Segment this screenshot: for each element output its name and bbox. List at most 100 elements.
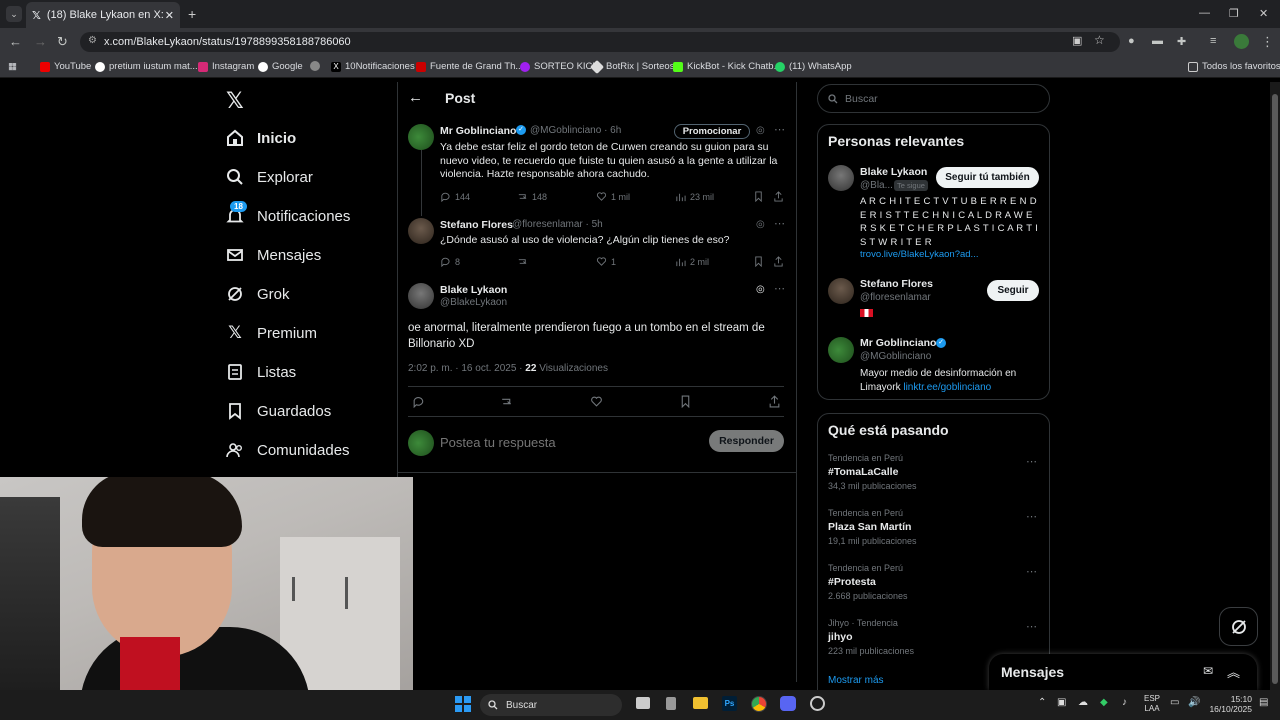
mic-icon[interactable]: ♪ (1122, 697, 1127, 708)
more-icon[interactable]: ⋯ (1026, 620, 1037, 633)
profile-avatar[interactable] (1234, 34, 1249, 49)
photoshop-icon[interactable]: Ps (722, 696, 737, 711)
close-window-icon[interactable]: ✕ (1259, 7, 1268, 20)
more-icon[interactable]: ⋯ (1026, 455, 1037, 468)
speaker-icon[interactable]: 🔊 (1188, 697, 1200, 708)
person-name[interactable]: Stefano Flores (860, 278, 933, 290)
close-tab-icon[interactable]: ✕ (165, 9, 174, 22)
bookmark-globe[interactable] (310, 61, 320, 71)
bookmark-youtube[interactable]: YouTube (40, 61, 91, 72)
trend-item[interactable]: Tendencia en Perú #TomaLaCalle 34,3 mil pu… (828, 453, 917, 491)
author-handle[interactable]: @MGoblinciano · 6h (530, 125, 621, 136)
taskbar-search[interactable]: Buscar (480, 694, 622, 716)
bookmark-action[interactable] (679, 395, 692, 408)
tray-app-icon[interactable]: ▣ (1057, 697, 1066, 708)
grok-icon[interactable]: ◎ (756, 284, 765, 295)
avatar[interactable] (408, 218, 434, 244)
install-icon[interactable]: ▣ (1072, 34, 1082, 47)
share-action[interactable] (773, 191, 784, 202)
extension-icon[interactable]: ● (1128, 35, 1135, 47)
like-action[interactable] (590, 395, 603, 408)
chevron-up-icon[interactable]: ︽ (1227, 662, 1240, 681)
bookmark-google[interactable]: Google (258, 61, 303, 72)
notifications-icon[interactable]: ▤ (1259, 697, 1268, 708)
avatar[interactable] (828, 337, 854, 363)
repost-action[interactable] (517, 256, 528, 267)
bookmark-action[interactable] (753, 256, 764, 267)
bookmark-whatsapp[interactable]: (11) WhatsApp (775, 61, 852, 72)
trend-item[interactable]: Jihyo · Tendencia jihyo 223 mil publicacio… (828, 618, 914, 656)
promote-button[interactable]: Promocionar (674, 124, 750, 139)
bookmark-fuente[interactable]: Fuente de Grand Th... (416, 61, 523, 72)
share-action[interactable] (773, 256, 784, 267)
x-logo[interactable]: 𝕏 (226, 88, 244, 114)
nav-notificaciones[interactable]: 18 Notificaciones (226, 201, 350, 225)
avatar[interactable] (828, 165, 854, 191)
person-link[interactable]: linktr.ee/goblinciano (903, 382, 991, 393)
nav-listas[interactable]: Listas (226, 363, 296, 381)
nav-comunidades[interactable]: Comunidades (226, 441, 350, 459)
more-icon[interactable]: ⋯ (1026, 565, 1037, 578)
bookmark-10notificaciones[interactable]: X 10Notificaciones (331, 61, 415, 72)
bookmark-kickbot[interactable]: KickBot - Kick Chatb... (673, 61, 782, 72)
views-action[interactable]: 2 mil (675, 256, 709, 267)
compose-message-icon[interactable]: ✉ (1203, 664, 1213, 678)
menu-icon[interactable]: ⋮ (1261, 34, 1274, 50)
reply-input[interactable] (440, 432, 690, 452)
bookmark-instagram[interactable]: Instagram (198, 61, 254, 72)
messages-dock[interactable]: Mensajes ✉ ︽ (989, 654, 1257, 690)
search-box[interactable]: Buscar (817, 84, 1050, 113)
grok-icon[interactable]: ◎ (756, 125, 765, 136)
tray-chevron-icon[interactable]: ⌃ (1038, 697, 1046, 708)
nav-mensajes[interactable]: Mensajes (226, 246, 321, 264)
active-tab[interactable]: 𝕏 (18) Blake Lykaon en X: "@flore… ✕ (26, 2, 180, 28)
repost-action[interactable]: 148 (517, 191, 547, 202)
bookmark-botrix[interactable]: BotRix | Sorteos (589, 59, 674, 74)
bookmark-star-icon[interactable]: ☆ (1094, 33, 1105, 47)
repost-action[interactable] (500, 395, 513, 408)
grok-icon[interactable]: ◎ (756, 219, 765, 230)
more-icon[interactable]: ⋯ (774, 217, 785, 230)
back-arrow-icon[interactable]: ← (408, 89, 423, 106)
follow-back-button[interactable]: Seguir tú también (936, 167, 1039, 188)
nav-guardados[interactable]: Guardados (226, 402, 331, 420)
avatar[interactable] (408, 283, 434, 309)
forward-icon[interactable]: → (34, 34, 47, 49)
reply-action[interactable]: 8 (440, 256, 460, 267)
author-name[interactable]: Blake Lykaon (440, 284, 507, 296)
app-icon[interactable] (666, 697, 676, 710)
tray-app2-icon[interactable]: ◆ (1100, 697, 1108, 708)
views-action[interactable]: 23 mil (675, 191, 714, 202)
author-handle[interactable]: @BlakeLykaon (440, 297, 507, 308)
clock[interactable]: 15:10 16/10/2025 (1208, 694, 1252, 714)
all-bookmarks[interactable]: Todos los favoritos (1188, 61, 1280, 72)
trend-item[interactable]: Tendencia en Perú #Protesta 2.668 publicac… (828, 563, 908, 601)
extensions-puzzle-icon[interactable]: ✚ (1177, 35, 1186, 48)
discord-icon[interactable] (780, 696, 796, 711)
author-name[interactable]: Mr Goblinciano (440, 125, 516, 137)
network-icon[interactable]: ▭ (1170, 697, 1179, 708)
person-name[interactable]: Blake Lykaon (860, 166, 927, 178)
like-action[interactable]: 1 (596, 256, 616, 267)
extension2-icon[interactable]: ▬ (1152, 35, 1163, 47)
minimize-icon[interactable]: — (1199, 7, 1210, 19)
back-icon[interactable]: ← (9, 34, 22, 49)
scrollbar-track[interactable] (1270, 82, 1280, 690)
windows-start-icon[interactable] (455, 696, 471, 712)
share-action[interactable] (768, 395, 781, 408)
chrome-icon[interactable] (751, 696, 767, 712)
site-info-icon[interactable]: ⚙ (88, 35, 97, 46)
author-name[interactable]: Stefano Flores (440, 219, 513, 231)
person-name[interactable]: Mr Goblinciano (860, 337, 936, 349)
onedrive-icon[interactable]: ☁ (1078, 697, 1088, 708)
reply-action[interactable] (412, 395, 425, 408)
bookmark-sorteo-kick[interactable]: SORTEO KICK (520, 61, 599, 72)
new-tab-icon[interactable]: + (188, 6, 196, 22)
more-icon[interactable]: ⋯ (774, 282, 785, 295)
avatar[interactable] (408, 124, 434, 150)
scrollbar-thumb[interactable] (1272, 94, 1278, 684)
file-explorer-icon[interactable] (693, 697, 708, 709)
reload-icon[interactable]: ↻ (57, 34, 68, 50)
nav-explorar[interactable]: Explorar (226, 168, 313, 186)
tab-search-button[interactable]: ⌄ (6, 6, 22, 22)
